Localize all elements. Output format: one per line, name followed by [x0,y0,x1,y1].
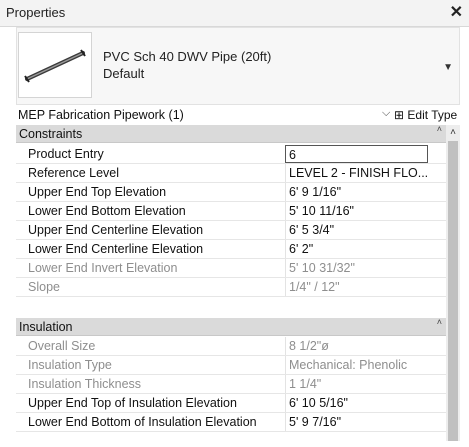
scrollbar-thumb[interactable] [448,141,458,441]
property-row[interactable]: Upper End Centerline Elevation 6' 5 3/4" [16,221,446,240]
type-name: PVC Sch 40 DWV Pipe (20ft) Default [103,48,271,82]
title-bar[interactable]: Properties ✕ [0,0,469,27]
property-value: 5' 10 31/32" [285,259,428,277]
filter-row: MEP Fabrication Pipework (1) ⌵ ⊞ Edit Ty… [16,106,460,126]
property-row[interactable]: Upper End Top of Insulation Elevation 6'… [16,394,446,413]
property-row: Insulation Type Mechanical: Phenolic [16,356,446,375]
property-row[interactable]: Lower End Centerline Elevation 6' 2" [16,240,446,259]
property-value: Mechanical: Phenolic [285,356,428,374]
property-name: Upper End Top Elevation [28,185,167,199]
section-constraints[interactable]: Constraints ˄ [16,124,446,143]
property-row[interactable]: Lower End Bottom Elevation 5' 10 11/16" [16,202,446,221]
chevron-down-icon[interactable]: ▼ [443,62,453,73]
property-name: Slope [28,280,60,294]
property-value[interactable]: 6' 2" [285,240,428,258]
collapse-icon[interactable]: ˄ [437,124,442,134]
pipe-thumbnail [18,32,92,98]
property-value-input[interactable]: 6 [285,145,428,163]
property-name: Lower End Bottom of Insulation Elevation [28,415,257,429]
section-insulation[interactable]: Insulation ˄ [16,317,446,336]
property-name: Insulation Type [28,358,112,372]
property-row: Lower End Invert Elevation 5' 10 31/32" [16,259,446,278]
edit-type-icon: ⊞ [394,108,405,122]
property-value[interactable]: 6' 9 1/16" [285,183,428,201]
property-value: 8 1/2"ø [285,337,428,355]
properties-grid: Constraints ˄ Product Entry 6 Reference … [16,124,460,441]
property-value[interactable]: 6' 5 3/4" [285,221,428,239]
property-name: Reference Level [28,166,120,180]
property-value: 1 1/4" [285,375,428,393]
property-row[interactable]: Lower End Bottom of Insulation Elevation… [16,413,446,432]
edit-type-button[interactable]: ⊞ Edit Type [394,108,457,122]
type-variant: Default [103,66,145,81]
property-value[interactable]: 5' 9 7/16" [285,413,428,431]
section-title: Constraints [19,127,83,141]
type-family: PVC Sch 40 DWV Pipe (20ft) [103,49,272,64]
property-name: Overall Size [28,339,96,353]
filter-dropdown[interactable]: MEP Fabrication Pipework (1) [18,108,184,122]
edit-type-label: Edit Type [407,108,458,122]
section-title: Insulation [19,320,73,334]
collapse-icon[interactable]: ˄ [437,317,442,327]
close-icon[interactable]: ✕ [450,2,463,22]
property-value[interactable]: LEVEL 2 - FINISH FLO... [285,164,428,182]
property-row: Slope 1/4" / 12" [16,278,446,297]
type-selector[interactable]: PVC Sch 40 DWV Pipe (20ft) Default ▼ [16,27,460,105]
filter-chevron-down-icon[interactable]: ⌵ [382,107,390,120]
property-value: 1/4" / 12" [285,278,428,296]
property-name: Lower End Centerline Elevation [28,242,204,256]
property-row: Insulation Thickness 1 1/4" [16,375,446,394]
property-row[interactable]: Upper End Top Elevation 6' 9 1/16" [16,183,446,202]
property-name: Lower End Invert Elevation [28,261,178,275]
scroll-up-icon[interactable]: ˄ [446,125,460,139]
property-name: Upper End Top of Insulation Elevation [28,396,237,410]
property-row[interactable]: Product Entry 6 [16,145,446,164]
property-name: Insulation Thickness [28,377,142,391]
property-row[interactable]: Reference Level LEVEL 2 - FINISH FLO... [16,164,446,183]
property-name: Lower End Bottom Elevation [28,204,186,218]
property-row: Overall Size 8 1/2"ø [16,337,446,356]
property-name: Upper End Centerline Elevation [28,223,204,237]
property-value[interactable]: 5' 10 11/16" [285,202,428,220]
pipe-image [24,49,86,83]
panel-title: Properties [6,5,66,20]
property-name: Product Entry [28,147,104,161]
property-value[interactable]: 6' 10 5/16" [285,394,428,412]
vertical-scrollbar[interactable]: ˄ [446,125,460,441]
properties-panel: Properties ✕ PVC Sch 40 DWV Pipe (20ft) … [0,0,469,447]
